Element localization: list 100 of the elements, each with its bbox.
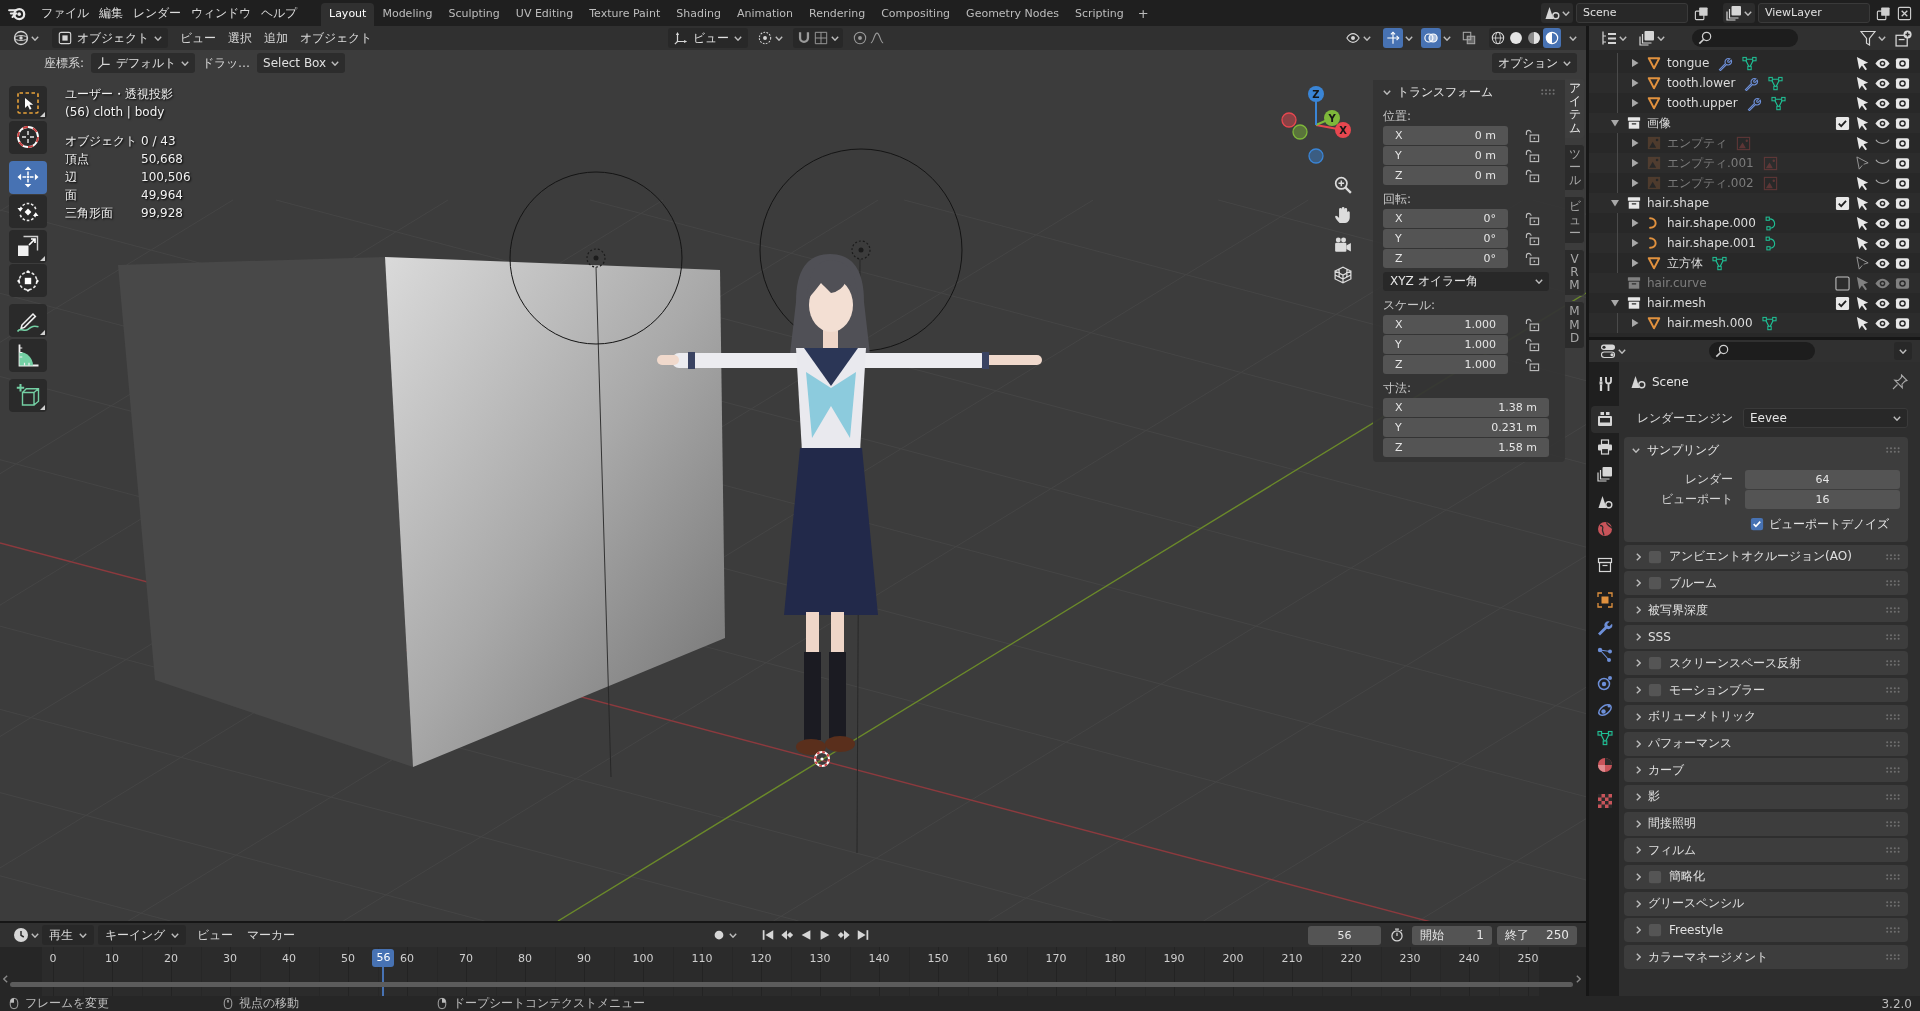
outliner-item-label[interactable]: hair.shape.000 bbox=[1667, 216, 1756, 230]
scene-selector-button[interactable] bbox=[1541, 3, 1573, 23]
checkbox-icon[interactable] bbox=[1835, 115, 1850, 131]
number-field[interactable]: Y 1.000 bbox=[1383, 335, 1508, 354]
pointer-arrow-icon[interactable] bbox=[1855, 135, 1870, 151]
menu-item[interactable]: 再生 bbox=[42, 925, 94, 945]
camera-icon[interactable] bbox=[1895, 295, 1910, 311]
outliner-item-label[interactable]: hair.shape bbox=[1647, 196, 1710, 210]
workspace-tab[interactable]: Modeling bbox=[374, 3, 441, 26]
outliner-item-label[interactable]: hair.mesh.000 bbox=[1667, 316, 1753, 330]
axis-handle[interactable] bbox=[1292, 124, 1308, 140]
expand-arrow-icon[interactable] bbox=[1631, 179, 1639, 187]
collapsed-panel[interactable]: ボリューメトリック bbox=[1624, 704, 1908, 729]
options-dropdown[interactable]: オプション bbox=[1492, 53, 1577, 73]
number-field[interactable]: Y 0.231 m bbox=[1383, 418, 1549, 437]
outliner-item-label[interactable]: 画像 bbox=[1647, 114, 1671, 132]
tool-button[interactable] bbox=[9, 120, 47, 154]
outliner-item-label[interactable]: tooth.lower bbox=[1667, 76, 1736, 90]
number-field[interactable]: Z 0 m bbox=[1383, 166, 1508, 185]
collapsed-panel[interactable]: 被写界深度 bbox=[1624, 598, 1908, 623]
workspace-tab[interactable]: Scripting bbox=[1066, 3, 1132, 26]
drag-grip-icon[interactable] bbox=[1886, 847, 1900, 854]
playhead[interactable]: 56 bbox=[372, 949, 395, 967]
drag-grip-icon[interactable] bbox=[1886, 687, 1900, 694]
number-field[interactable]: Z 1.000 bbox=[1383, 355, 1508, 374]
search-field[interactable] bbox=[1708, 342, 1815, 360]
collapsed-panel[interactable]: カーブ bbox=[1624, 758, 1908, 783]
workspace-tab[interactable]: Shading bbox=[668, 3, 729, 26]
wrench-icon[interactable] bbox=[1718, 55, 1734, 71]
tool-button[interactable] bbox=[9, 160, 47, 194]
drag-grip-icon[interactable] bbox=[1886, 553, 1900, 560]
expand-arrow-icon[interactable] bbox=[1631, 239, 1639, 247]
box-plus-icon[interactable] bbox=[1895, 29, 1912, 47]
properties-tab[interactable] bbox=[1591, 405, 1619, 433]
outliner-row[interactable]: hair.shape bbox=[1589, 193, 1920, 213]
tool-button[interactable] bbox=[9, 264, 47, 297]
menu-item[interactable]: 選択 bbox=[222, 28, 258, 48]
drag-grip-icon[interactable] bbox=[1886, 793, 1900, 800]
pointer-arrow-icon[interactable] bbox=[1855, 215, 1870, 231]
outliner-item-label[interactable]: hair.shape.001 bbox=[1667, 236, 1756, 250]
collapsed-panel[interactable]: ブルーム bbox=[1624, 571, 1908, 596]
number-field[interactable]: X 0 m bbox=[1383, 126, 1508, 145]
pointer-arrow-icon[interactable] bbox=[1855, 195, 1870, 211]
collapsed-panel[interactable]: 影 bbox=[1624, 784, 1908, 809]
tool-button[interactable] bbox=[9, 304, 47, 337]
expand-arrow-icon[interactable] bbox=[1631, 319, 1639, 327]
camera-icon[interactable] bbox=[1895, 55, 1910, 71]
checkbox-icon[interactable] bbox=[1648, 869, 1662, 884]
expand-arrow-icon[interactable] bbox=[1631, 259, 1639, 267]
number-field[interactable]: X 0° bbox=[1383, 209, 1508, 228]
number-field[interactable]: 64 bbox=[1745, 470, 1900, 489]
previous-keyframe-icon[interactable] bbox=[780, 928, 794, 942]
panel-title[interactable]: トランスフォーム bbox=[1397, 83, 1493, 101]
checkbox-icon[interactable] bbox=[1648, 549, 1662, 564]
collapsed-panel[interactable]: パフォーマンス bbox=[1624, 731, 1908, 756]
pointer-arrow-icon[interactable] bbox=[1855, 315, 1870, 331]
jump-end-icon[interactable] bbox=[856, 928, 870, 942]
x-square-icon[interactable] bbox=[1897, 5, 1912, 21]
workspace-tab[interactable]: UV Editing bbox=[507, 3, 582, 26]
drag-grip-icon[interactable] bbox=[1886, 820, 1900, 827]
stacked-squares-icon[interactable] bbox=[1876, 5, 1891, 21]
menu-item[interactable]: ビュー bbox=[190, 925, 240, 945]
tool-button[interactable] bbox=[9, 86, 47, 119]
axis-handle[interactable]: Z bbox=[1308, 86, 1324, 126]
pointer-arrow-icon[interactable] bbox=[1855, 115, 1870, 131]
cube-grid-icon[interactable] bbox=[1334, 266, 1352, 284]
outliner-item-label[interactable]: エンプティ bbox=[1667, 134, 1727, 152]
workspace-tab[interactable]: Rendering bbox=[801, 3, 874, 26]
drag-grip-icon[interactable] bbox=[1886, 873, 1900, 880]
pointer-arrow-icon[interactable] bbox=[1855, 75, 1870, 91]
padlock-icon[interactable] bbox=[1525, 357, 1540, 372]
drag-grip-icon[interactable] bbox=[1541, 89, 1555, 95]
drag-grip-icon[interactable] bbox=[1886, 954, 1900, 960]
menu-item[interactable]: ヘルプ bbox=[256, 3, 302, 23]
outliner-row[interactable]: 画像 bbox=[1589, 113, 1920, 133]
vertex-triangle-icon[interactable] bbox=[1770, 95, 1786, 111]
stopwatch-icon[interactable] bbox=[1390, 928, 1404, 942]
outliner-item-label[interactable]: エンプティ.002 bbox=[1667, 174, 1754, 192]
character-drawing[interactable] bbox=[657, 254, 1042, 755]
pointer-arrow-icon[interactable] bbox=[1855, 55, 1870, 71]
light-object[interactable] bbox=[759, 148, 963, 352]
number-field[interactable]: Y 0 m bbox=[1383, 146, 1508, 165]
collapsed-panel[interactable]: Freestyle bbox=[1624, 918, 1908, 943]
menu-item[interactable]: キーイング bbox=[98, 925, 186, 945]
pointer-arrow-icon[interactable] bbox=[1855, 175, 1870, 191]
number-field[interactable]: Z 0° bbox=[1383, 249, 1508, 268]
workspace-tab[interactable]: Compositing bbox=[873, 3, 959, 26]
outliner-item-label[interactable]: tooth.upper bbox=[1667, 96, 1738, 110]
drag-action-dropdown[interactable]: Select Box bbox=[257, 53, 346, 73]
snap-button[interactable] bbox=[793, 28, 843, 48]
collapsed-panel[interactable]: フィルム bbox=[1624, 838, 1908, 863]
tool-button[interactable] bbox=[9, 195, 47, 228]
checkbox-icon[interactable] bbox=[1835, 275, 1850, 291]
checkbox-icon[interactable] bbox=[1835, 295, 1850, 311]
number-field[interactable]: X 1.000 bbox=[1383, 315, 1508, 334]
checkbox-icon[interactable] bbox=[1648, 923, 1662, 938]
menu-item[interactable]: マーカー bbox=[240, 925, 302, 945]
zoom-icon[interactable] bbox=[1334, 176, 1352, 194]
wrench-icon[interactable] bbox=[1744, 75, 1760, 91]
number-field[interactable]: 16 bbox=[1745, 490, 1900, 509]
